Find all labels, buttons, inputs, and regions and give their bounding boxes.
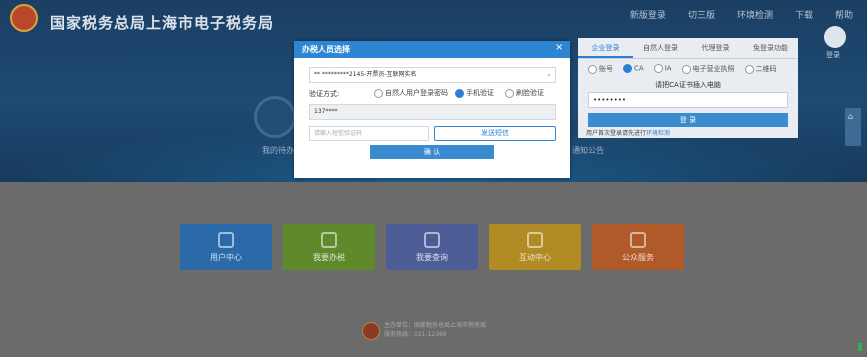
tile-user-center[interactable]: 用户中心 <box>180 224 272 270</box>
method-account[interactable]: 账号 <box>588 64 613 74</box>
method-e-license[interactable]: 电子营业执照 <box>681 64 735 74</box>
tile-tax-handling[interactable]: 我要办税 <box>283 224 375 270</box>
top-link-help[interactable]: 帮助 <box>835 8 853 21</box>
top-link-download[interactable]: 下载 <box>795 8 813 21</box>
side-toolbar-icon[interactable]: ⌂ <box>848 112 853 121</box>
ca-password-field[interactable]: •••••••• <box>588 92 788 108</box>
dialog-title: 办税人员选择 <box>302 45 350 54</box>
method-ca[interactable]: CA <box>623 64 644 74</box>
footer-info: 主办单位：国家税务总局上海市税务局 服务热线：021-12366 <box>384 321 486 339</box>
monitor-icon <box>321 232 337 248</box>
tile-public-service[interactable]: 公众服务 <box>592 224 684 270</box>
status-indicator <box>858 343 862 351</box>
login-button[interactable]: 登 录 <box>588 113 788 127</box>
radio-selected-icon[interactable] <box>455 88 464 98</box>
todo-circle-icon[interactable] <box>254 96 296 138</box>
avatar-label[interactable]: 登录 <box>826 50 840 60</box>
search-doc-icon <box>424 232 440 248</box>
login-note: 用户首次登录请先进行环境检测 <box>586 130 671 137</box>
footer-sponsor: 主办单位：国家税务总局上海市税务局 <box>384 322 487 329</box>
site-title: 国家税务总局上海市电子税务局 <box>50 14 275 32</box>
login-method-group: 账号 CA IA 电子营业执照 二维码 <box>588 64 777 74</box>
notice-label[interactable]: 通知公告 <box>572 145 604 156</box>
radio-icon[interactable] <box>681 64 691 74</box>
tab-enterprise-login[interactable]: 企业登录 <box>578 38 633 58</box>
radio-icon[interactable] <box>505 88 514 98</box>
verify-option-phone[interactable]: 手机验证 <box>455 88 494 98</box>
tax-person-select[interactable]: ** *********2145-开票员-互联网实名 <box>309 67 556 83</box>
user-avatar-icon[interactable] <box>824 26 846 48</box>
verify-option-face[interactable]: 刷脸验证 <box>505 88 544 98</box>
footer-emblem-icon <box>362 322 380 340</box>
tab-no-login[interactable]: 免登录功能 <box>743 38 798 58</box>
tile-interaction[interactable]: 互动中心 <box>489 224 581 270</box>
login-tabs: 企业登录 自然人登录 代理登录 免登录功能 <box>578 38 798 59</box>
send-sms-button[interactable]: 发送短信 <box>434 126 556 141</box>
my-todo-label[interactable]: 我的待办 <box>262 145 294 156</box>
service-icon <box>630 232 646 248</box>
chevron-down-icon[interactable]: ⌄ <box>546 70 552 78</box>
chat-icon <box>527 232 543 248</box>
ca-prompt: 请把CA证书插入电脑 <box>655 81 721 89</box>
radio-icon[interactable] <box>653 64 663 73</box>
top-link-new-login[interactable]: 新版登录 <box>630 8 666 21</box>
tab-agent-login[interactable]: 代理登录 <box>688 38 743 58</box>
radio-icon[interactable] <box>744 64 754 74</box>
env-check-link[interactable]: 环境检测 <box>646 130 670 137</box>
top-link-switch-version[interactable]: 切三版 <box>688 8 715 21</box>
confirm-button[interactable]: 确 认 <box>370 145 494 159</box>
verify-option-password[interactable]: 自然人用户登录密码 <box>374 88 448 98</box>
method-ia[interactable]: IA <box>653 64 672 74</box>
top-link-env-check[interactable]: 环境检测 <box>737 8 773 21</box>
radio-icon[interactable] <box>588 64 597 74</box>
tab-individual-login[interactable]: 自然人登录 <box>633 38 688 58</box>
tile-query[interactable]: 我要查询 <box>386 224 478 270</box>
method-qrcode[interactable]: 二维码 <box>744 64 777 74</box>
verify-method-label: 验证方式: <box>309 90 340 98</box>
phone-number-field: 137**** <box>309 104 556 120</box>
radio-selected-icon[interactable] <box>623 64 632 73</box>
radio-icon[interactable] <box>374 88 383 98</box>
close-icon[interactable]: × <box>555 42 563 53</box>
top-links: 新版登录 切三版 环境检测 下载 帮助 <box>630 8 853 21</box>
footer-hotline: 服务热线：021-12366 <box>384 331 447 338</box>
tax-emblem-icon <box>10 4 38 32</box>
user-icon <box>218 232 234 248</box>
sms-code-input[interactable]: 请输入短信验证码 <box>309 126 429 141</box>
